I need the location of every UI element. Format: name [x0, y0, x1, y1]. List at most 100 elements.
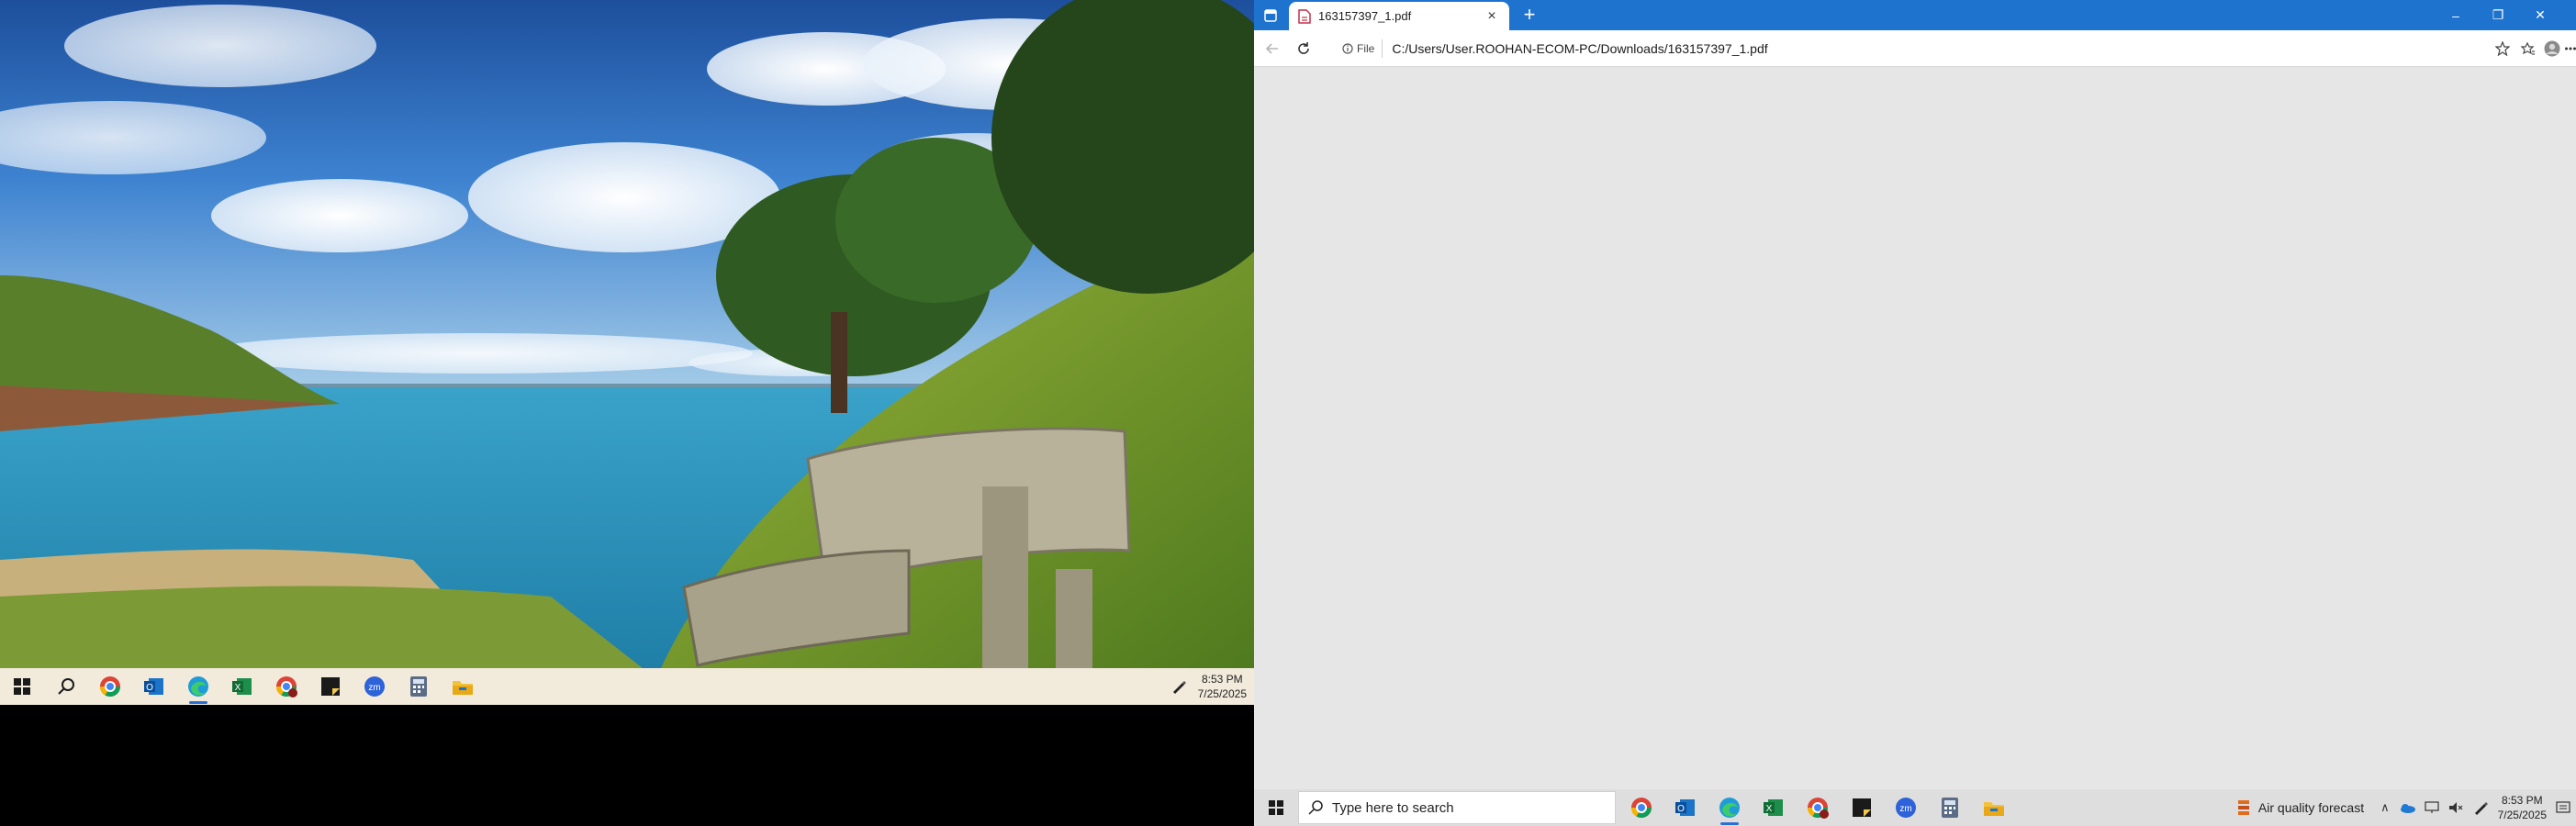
tab-title: 163157397_1.pdf [1318, 9, 1412, 23]
windows-start-button[interactable] [0, 668, 44, 705]
excel-icon: X [232, 678, 252, 695]
right-taskbar-apps: O X zm [1619, 789, 2016, 826]
windows-logo-icon [1269, 800, 1283, 815]
outlook-icon: O [1675, 799, 1695, 816]
taskbar-chrome-profile[interactable] [1796, 789, 1840, 826]
right-system-tray: Air quality forecast ∧ 8:53 PM 7/25/2025 [2236, 789, 2570, 826]
url-text[interactable]: C:/Users/User.ROOHAN-ECOM-PC/Downloads/1… [1392, 41, 1767, 56]
taskbar-sticky-notes[interactable] [1840, 789, 1884, 826]
outlook-icon: O [144, 678, 163, 695]
network-icon[interactable] [2425, 801, 2439, 814]
excel-icon: X [1764, 799, 1783, 816]
taskbar-outlook[interactable]: O [1663, 789, 1708, 826]
air-quality-icon [2237, 800, 2249, 815]
right-clock-date: 7/25/2025 [2497, 809, 2547, 821]
chrome-profile-icon [1808, 798, 1829, 819]
chrome-icon [1631, 798, 1652, 818]
favorites-button[interactable] [2515, 36, 2541, 61]
more-dots-icon [2565, 47, 2576, 50]
taskbar-excel[interactable]: X [220, 668, 264, 705]
pdf-file-icon [1298, 8, 1311, 24]
weather-label: Air quality forecast [2257, 800, 2365, 815]
favorites-icon [2521, 41, 2535, 55]
refresh-button[interactable] [1291, 36, 1316, 61]
star-icon [2495, 41, 2510, 56]
sticky-notes-icon [321, 677, 340, 696]
pen-icon[interactable] [2472, 799, 2489, 816]
tab-actions-icon [1264, 9, 1277, 22]
taskbar-chrome[interactable] [1619, 789, 1663, 826]
taskbar-file-explorer[interactable] [1972, 789, 2016, 826]
calculator-icon [410, 676, 427, 697]
taskbar-edge[interactable] [1708, 789, 1752, 826]
info-icon [1342, 43, 1353, 54]
tab-actions-button[interactable] [1258, 4, 1283, 28]
taskbar-edge[interactable] [176, 668, 220, 705]
sticky-notes-icon [1853, 798, 1871, 817]
volume-muted-icon[interactable] [2448, 801, 2463, 814]
zoom-icon: zm [1896, 798, 1916, 818]
taskbar-search-button[interactable] [44, 668, 88, 705]
taskbar-outlook[interactable]: O [132, 668, 176, 705]
right-clock[interactable]: 8:53 PM 7/25/2025 [2498, 793, 2547, 822]
browser-toolbar: File C:/Users/User.ROOHAN-ECOM-PC/Downlo… [1254, 30, 2576, 67]
right-monitor: 163157397_1.pdf × + – ❐ ✕ File C:/Users/… [1254, 0, 2576, 826]
zoom-icon: zm [364, 676, 385, 697]
taskbar-file-explorer[interactable] [441, 668, 485, 705]
search-icon [1308, 800, 1323, 815]
onedrive-cloud-icon[interactable] [2399, 802, 2415, 813]
search-icon [58, 678, 74, 695]
back-arrow-icon [1265, 43, 1278, 54]
taskbar-sticky-notes[interactable] [308, 668, 353, 705]
left-clock-date: 7/25/2025 [1197, 687, 1247, 700]
close-window-button[interactable]: ✕ [2519, 0, 2561, 30]
taskbar-calculator[interactable] [1928, 789, 1972, 826]
chrome-icon [100, 676, 120, 697]
svg-text:X: X [235, 683, 241, 693]
tab-pdf[interactable]: 163157397_1.pdf × [1289, 2, 1509, 30]
new-tab-button[interactable]: + [1517, 4, 1542, 28]
restore-button[interactable]: ❐ [2477, 0, 2519, 30]
taskbar-search-box[interactable]: Type here to search [1298, 791, 1616, 824]
tab-close-button[interactable]: × [1484, 8, 1500, 25]
taskbar-excel[interactable]: X [1752, 789, 1796, 826]
edge-icon [188, 676, 208, 697]
windows-logo-icon [14, 678, 30, 695]
svg-text:O: O [146, 683, 153, 693]
taskbar-zoom[interactable]: zm [1884, 789, 1928, 826]
back-button[interactable] [1260, 36, 1285, 61]
profile-avatar-icon [2544, 40, 2560, 57]
taskbar-zoom[interactable]: zm [353, 668, 397, 705]
left-taskbar: O X zm 8:53 PM 7/25/2025 [0, 668, 1254, 705]
calculator-icon [1942, 798, 1958, 818]
left-monitor: O X zm 8:53 PM 7/25/2025 [0, 0, 1254, 705]
settings-more-button[interactable] [2565, 36, 2576, 61]
browser-tabstrip: 163157397_1.pdf × + – ❐ ✕ [1254, 0, 2576, 30]
taskbar-search-placeholder: Type here to search [1332, 799, 1454, 816]
pdf-viewer-area[interactable] [1254, 68, 2576, 789]
desktop-wallpaper [0, 0, 1254, 668]
address-bar[interactable]: File C:/Users/User.ROOHAN-ECOM-PC/Downlo… [1327, 35, 2484, 62]
taskbar-calculator[interactable] [397, 668, 441, 705]
left-system-tray: 8:53 PM 7/25/2025 [1170, 668, 1247, 705]
right-clock-time: 8:53 PM [2501, 794, 2543, 807]
svg-text:O: O [1677, 804, 1685, 814]
file-chip-label: File [1357, 42, 1375, 55]
svg-text:X: X [1766, 804, 1773, 814]
taskbar-chrome-profile[interactable] [264, 668, 308, 705]
right-start-button[interactable] [1254, 789, 1298, 826]
pen-icon[interactable] [1170, 678, 1187, 695]
edge-icon [1719, 798, 1740, 818]
weather-widget[interactable]: Air quality forecast [2236, 798, 2364, 817]
notification-icon[interactable] [2556, 800, 2570, 815]
chevron-up-icon[interactable]: ∧ [2380, 800, 2390, 815]
right-taskbar: Type here to search O X zm Air quality f… [1254, 789, 2576, 826]
taskbar-chrome[interactable] [88, 668, 132, 705]
svg-text:zm: zm [368, 683, 380, 693]
left-clock[interactable]: 8:53 PM 7/25/2025 [1198, 672, 1247, 701]
minimize-button[interactable]: – [2435, 0, 2477, 30]
site-info-chip[interactable]: File [1335, 39, 1383, 58]
favorite-button[interactable] [2490, 36, 2515, 61]
profile-button[interactable] [2539, 36, 2565, 61]
file-explorer-icon [453, 681, 473, 695]
